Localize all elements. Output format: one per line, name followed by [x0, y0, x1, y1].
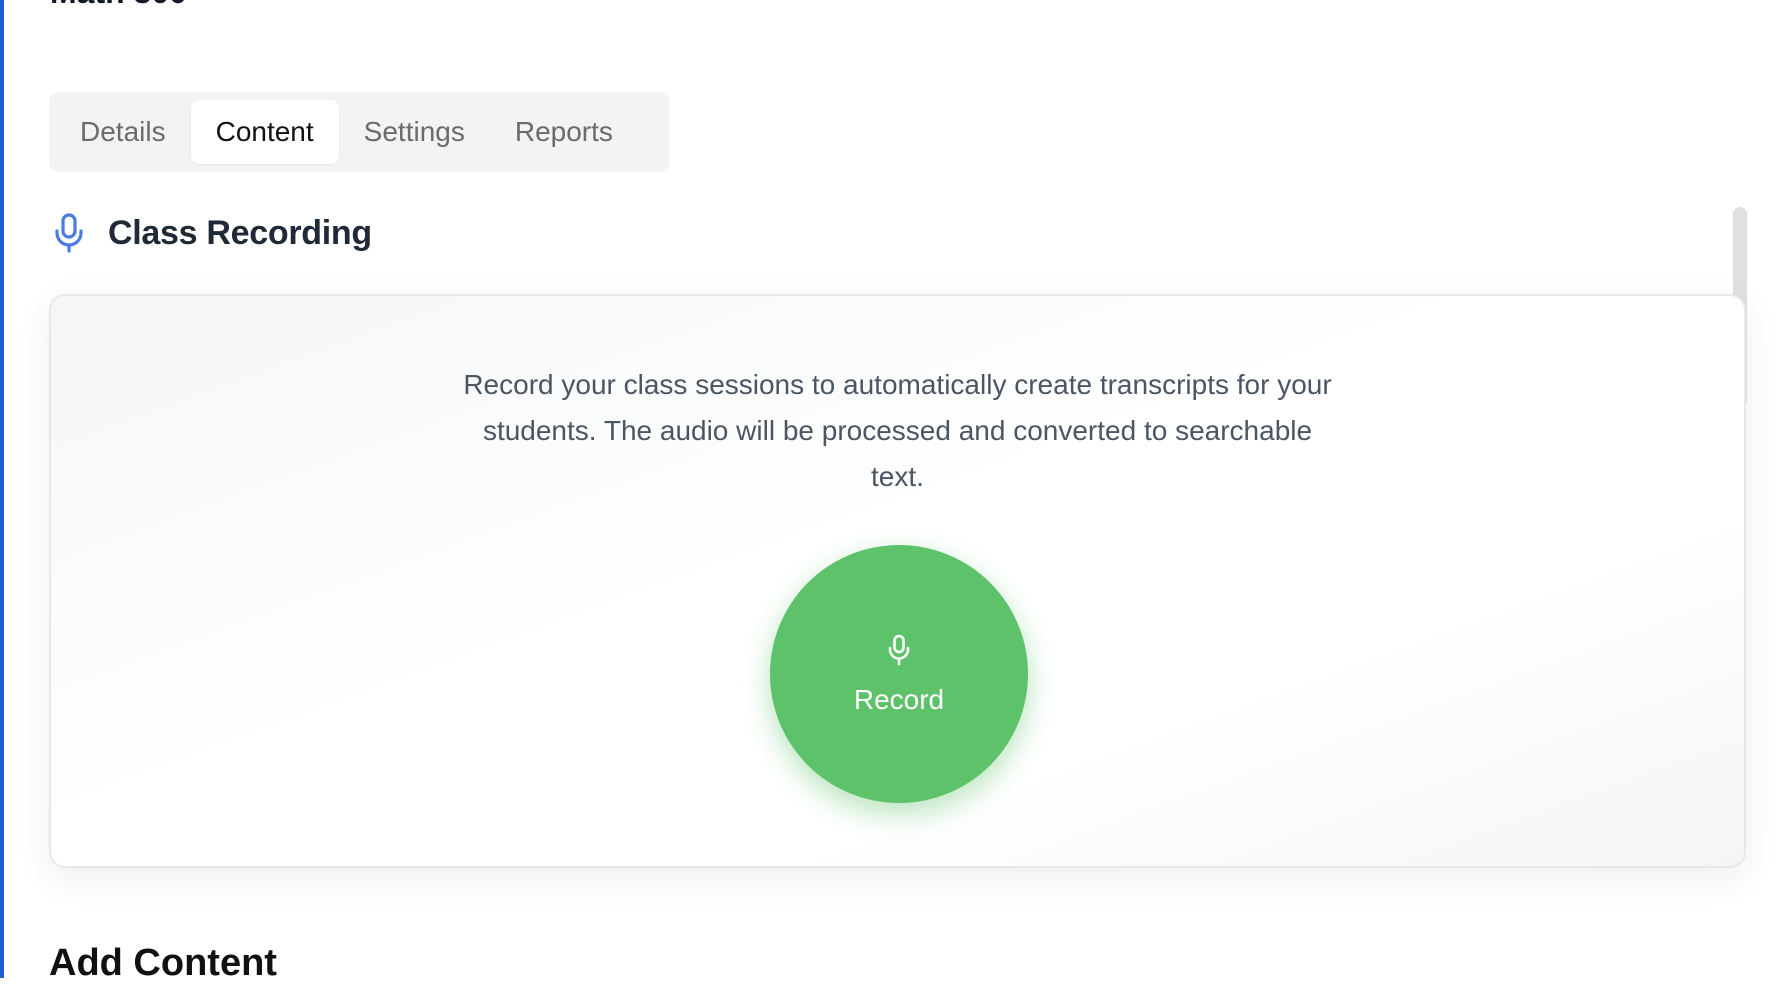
class-recording-header: Class Recording	[50, 208, 372, 258]
tab-reports[interactable]: Reports	[490, 100, 638, 164]
record-button-label: Record	[853, 684, 945, 715]
record-button[interactable]: Record	[770, 545, 1028, 803]
class-recording-card: Record your class sessions to automatica…	[49, 294, 1746, 868]
tab-bar: Details Content Settings Reports	[49, 92, 669, 172]
tab-settings[interactable]: Settings	[339, 100, 490, 164]
add-content-heading: Add Content	[49, 942, 277, 984]
course-title: Math 300	[50, 0, 187, 10]
section-title: Class Recording	[108, 213, 372, 252]
microphone-icon	[886, 634, 912, 666]
microphone-icon	[50, 211, 88, 255]
recording-description: Record your class sessions to automatica…	[463, 369, 1332, 492]
tab-details[interactable]: Details	[55, 100, 191, 164]
left-accent-bar	[0, 0, 4, 978]
tab-content[interactable]: Content	[190, 100, 339, 164]
